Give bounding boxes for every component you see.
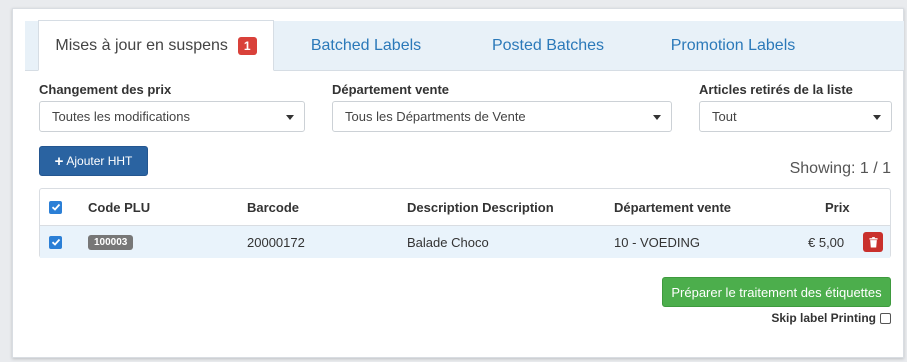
chevron-down-icon [873,115,881,120]
tab-posted-batches-label: Posted Batches [491,37,605,54]
plu-cell: 100003 [88,226,134,258]
delete-row-button[interactable] [863,226,883,258]
showing-count: Showing: 1 / 1 [789,160,891,177]
select-all-checkbox[interactable] [49,189,62,225]
price-cell: € 5,00 [808,234,845,250]
price-change-select[interactable]: Toutes les modifications [39,101,305,132]
tab-promotion-labels[interactable]: Promotion Labels [655,21,811,71]
row-checkbox[interactable] [49,226,62,258]
add-hht-button[interactable]: + Ajouter HHT [39,146,148,176]
header-barcode[interactable]: Barcode [247,189,299,225]
chevron-down-icon [653,115,661,120]
tab-pending-updates[interactable]: Mises à jour en suspens 1 [38,20,274,71]
skip-label-printing: Skip label Printing [771,311,891,325]
header-code-plu[interactable]: Code PLU [88,189,150,225]
removed-items-select[interactable]: Tout [699,101,892,132]
department-label: Département vente [332,82,450,97]
description-cell: Balade Choco [407,234,489,250]
tab-bar: Mises à jour en suspens 1 Batched Labels… [25,20,904,71]
plus-icon: + [54,152,64,170]
removed-items-label: Articles retirés de la liste [699,82,853,97]
barcode-cell: 20000172 [247,234,305,250]
tab-batched-labels[interactable]: Batched Labels [291,21,441,71]
header-description[interactable]: Description Description [407,189,554,225]
skip-label-printing-label: Skip label Printing [771,311,876,325]
pending-updates-table: Code PLU Barcode Description Description… [39,188,891,258]
header-price[interactable]: Prix [825,189,850,225]
trash-icon [863,232,883,252]
pending-count-badge: 1 [237,36,257,55]
add-hht-label: Ajouter HHT [66,154,133,168]
tab-posted-batches[interactable]: Posted Batches [473,21,623,71]
table-header: Code PLU Barcode Description Description… [40,189,890,225]
tab-pending-updates-label: Mises à jour en suspens [55,36,228,54]
plu-tag: 100003 [88,234,134,250]
checkbox-checked-icon [49,200,62,214]
removed-items-value: Tout [712,109,737,124]
price-change-label: Changement des prix [39,82,172,97]
prepare-labels-button[interactable]: Préparer le traitement des étiquettes [662,277,891,307]
chevron-down-icon [286,115,294,120]
price-change-value: Toutes les modifications [52,109,191,124]
header-department[interactable]: Département vente [614,189,731,225]
department-select[interactable]: Tous les Départments de Vente [332,101,672,132]
department-cell: 10 - VOEDING [614,234,700,250]
tab-promotion-labels-label: Promotion Labels [670,37,796,54]
department-value: Tous les Départments de Vente [345,109,526,124]
checkbox-checked-icon [49,235,62,249]
tab-batched-labels-label: Batched Labels [310,37,422,54]
skip-label-printing-checkbox[interactable] [880,312,891,324]
table-row[interactable]: 100003 20000172 Balade Choco 10 - VOEDIN… [40,225,890,258]
